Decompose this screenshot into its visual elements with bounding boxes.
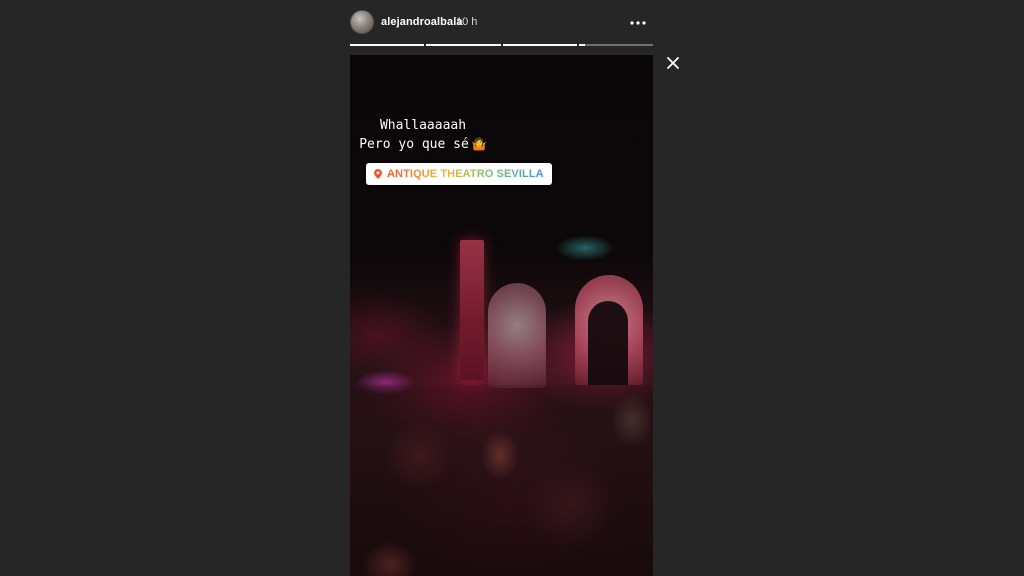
stone-arch [488, 283, 546, 388]
caption-line: Whallaaaaah [379, 118, 467, 133]
shrug-emoji: 🤷 [471, 137, 487, 151]
crowd [350, 385, 653, 576]
progress-segment [426, 44, 501, 46]
username[interactable]: alejandroalbala [381, 16, 463, 28]
story-header: alejandroalbala 10 h [350, 10, 653, 36]
more-horizontal-icon [630, 21, 646, 25]
progress-fill [502, 44, 577, 46]
story-viewer: alejandroalbala 10 h Whallaaaaah Pero yo… [0, 0, 1024, 576]
progress-segment [502, 44, 577, 46]
progress-segment [350, 44, 425, 46]
more-options-button[interactable] [629, 14, 647, 32]
location-sticker[interactable]: ANTIQUE THEATRO SEVILLA [366, 163, 552, 185]
progress-fill [426, 44, 501, 46]
caption-text: Pero yo que sé [359, 137, 469, 152]
red-pillar [460, 240, 484, 380]
caption-line: Pero yo que sé 🤷 [350, 135, 496, 154]
progress-fill [350, 44, 425, 46]
progress-fill [578, 44, 585, 46]
story-caption: Whallaaaaah Pero yo que sé 🤷 [350, 116, 496, 154]
arch-opening [588, 301, 628, 385]
progress-segment [578, 44, 653, 46]
close-icon [667, 57, 679, 69]
location-label: ANTIQUE THEATRO SEVILLA [387, 168, 544, 180]
close-button[interactable] [664, 54, 682, 72]
timestamp: 10 h [456, 16, 478, 28]
story-progress [350, 44, 653, 46]
story-media[interactable]: Whallaaaaah Pero yo que sé 🤷 ANTIQUE THEA… [350, 55, 653, 576]
avatar[interactable] [350, 10, 374, 34]
stage-light [555, 235, 615, 261]
location-pin-icon [374, 169, 382, 179]
